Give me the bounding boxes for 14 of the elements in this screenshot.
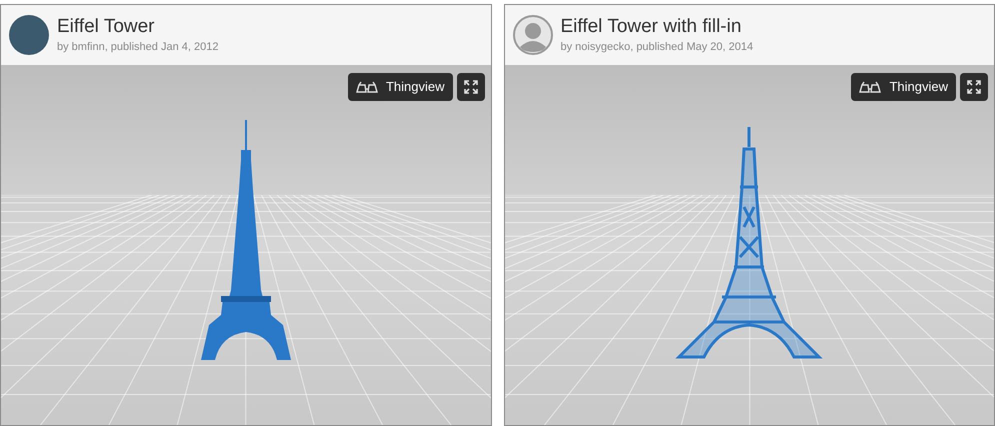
expand-icon xyxy=(967,80,981,94)
expand-icon xyxy=(464,80,478,94)
avatar-silhouette-icon xyxy=(512,15,552,55)
glasses-icon xyxy=(859,81,882,93)
avatar-photo xyxy=(9,15,49,55)
thingview-button[interactable]: Thingview xyxy=(348,73,452,101)
author-byline: by noisygecko, published May 20, 2014 xyxy=(560,40,754,55)
author-byline: by bmfinn, published Jan 4, 2012 xyxy=(57,40,218,55)
glasses-icon xyxy=(356,81,378,93)
thingview-button[interactable]: Thingview xyxy=(851,73,956,101)
model-title[interactable]: Eiffel Tower with fill-in xyxy=(560,14,754,39)
model-title[interactable]: Eiffel Tower xyxy=(57,14,218,39)
fullscreen-button[interactable] xyxy=(456,73,484,101)
fullscreen-button[interactable] xyxy=(960,73,988,101)
